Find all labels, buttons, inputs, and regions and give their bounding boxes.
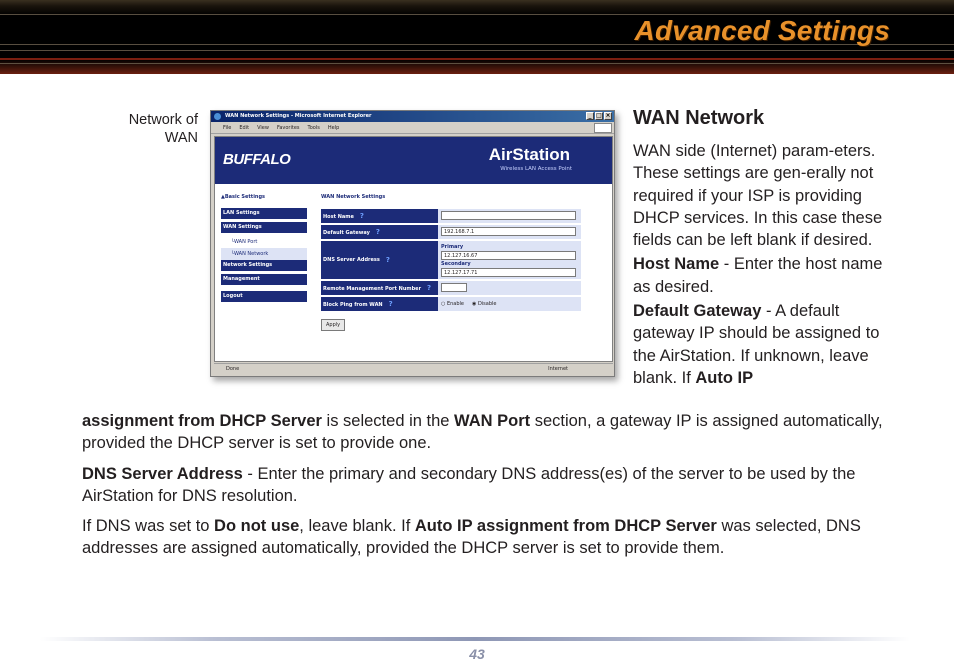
label-primary: Primary — [441, 244, 464, 250]
right-column-text: WAN side (Internet) param-eters. These s… — [633, 140, 895, 391]
footer-rule — [40, 637, 910, 641]
settings-form: WAN Network Settings Host Name? Default … — [321, 194, 581, 331]
figure-caption: Network of WAN — [128, 112, 198, 146]
window-title: WAN Network Settings - Microsoft Interne… — [225, 113, 372, 119]
text-span: is selected in the — [321, 412, 455, 430]
nav-wan-network[interactable]: └WAN Network — [221, 248, 307, 260]
brand-logo: BUFFALO — [223, 151, 291, 168]
row-block-ping: Block Ping from WAN? ○ Enable ◉ Disable — [321, 297, 581, 311]
menu-tools[interactable]: Tools — [308, 122, 320, 133]
web-page: BUFFALO AirStation Wireless LAN Access P… — [214, 136, 613, 362]
enable-label: Enable — [446, 301, 464, 307]
term-do-not-use: Do not use — [214, 517, 300, 536]
label-secondary: Secondary — [441, 261, 471, 267]
host-name-paragraph: Host Name - Enter the host name as desir… — [633, 253, 895, 298]
section-title: WAN Network — [633, 107, 765, 129]
term-default-gateway: Default Gateway — [633, 302, 762, 321]
banner: BUFFALO AirStation Wireless LAN Access P… — [215, 137, 612, 184]
dns-paragraph: DNS Server Address - Enter the primary a… — [82, 463, 902, 508]
gateway-input[interactable]: 192.168.7.1 — [441, 227, 576, 236]
maximize-icon[interactable]: □ — [595, 112, 603, 120]
term-host-name: Host Name — [633, 255, 720, 274]
help-icon[interactable]: ? — [386, 256, 390, 264]
window-titlebar: WAN Network Settings - Microsoft Interne… — [211, 111, 614, 122]
help-icon[interactable]: ? — [389, 300, 393, 308]
label-host-name: Host Name — [323, 214, 354, 220]
row-default-gateway: Default Gateway? 192.168.7.1 — [321, 225, 581, 239]
windows-logo-icon — [594, 123, 612, 133]
menu-view[interactable]: View — [257, 122, 269, 133]
label-default-gateway: Default Gateway — [323, 230, 370, 236]
minimize-icon[interactable]: _ — [586, 112, 594, 120]
nav-basic-settings[interactable]: ▲Basic Settings — [221, 194, 307, 200]
text-span: If DNS was set to — [82, 517, 215, 536]
status-bar: Done Internet — [214, 363, 613, 374]
term-auto-ip: Auto IP — [695, 368, 754, 387]
nav-lan-settings[interactable]: LAN Settings — [221, 208, 307, 219]
secondary-dns-input[interactable]: 12.127.17.71 — [441, 268, 576, 277]
remote-port-input[interactable] — [441, 283, 467, 292]
nav-wan-port[interactable]: └WAN Port — [221, 236, 307, 248]
row-remote-port: Remote Management Port Number? — [321, 281, 581, 295]
nav-management[interactable]: Management — [221, 274, 307, 285]
nav-wan-settings[interactable]: WAN Settings — [221, 222, 307, 233]
browser-icon — [214, 113, 221, 120]
term-wan-port: WAN Port — [454, 412, 531, 430]
disable-label: Disable — [477, 301, 497, 307]
gateway-paragraph: Default Gateway - A default gateway IP s… — [633, 300, 895, 389]
help-icon[interactable]: ? — [360, 212, 364, 220]
gateway-continued: assignment from DHCP Server is selected … — [82, 410, 902, 455]
term-dns-server: DNS Server Address — [82, 464, 243, 483]
full-width-text: assignment from DHCP Server is selected … — [82, 410, 902, 568]
menu-bar: File Edit View Favorites Tools Help — [211, 122, 614, 134]
row-host-name: Host Name? — [321, 209, 581, 223]
menu-edit[interactable]: Edit — [239, 122, 249, 133]
side-nav: ▲Basic Settings LAN Settings WAN Setting… — [221, 194, 307, 305]
page-number: 43 — [469, 646, 485, 661]
help-icon[interactable]: ? — [427, 284, 431, 292]
menu-file[interactable]: File — [223, 122, 231, 133]
text-span: , leave blank. If — [299, 517, 415, 536]
nav-network-settings[interactable]: Network Settings — [221, 260, 307, 271]
nav-logout[interactable]: Logout — [221, 291, 307, 302]
screenshot-window: WAN Network Settings - Microsoft Interne… — [210, 110, 615, 377]
header-bar: Advanced Settings — [0, 0, 954, 74]
label-remote-port: Remote Management Port Number — [323, 286, 422, 292]
radio-disable[interactable]: ◉ Disable — [472, 301, 497, 307]
product-subtitle: Wireless LAN Access Point — [500, 166, 572, 172]
row-dns: DNS Server Address? Primary 12.127.16.67… — [321, 241, 581, 279]
status-zone: Internet — [548, 366, 568, 372]
term-auto-ip-dhcp: Auto IP assignment from DHCP Server — [414, 517, 717, 536]
label-dns: DNS Server Address — [323, 257, 380, 263]
product-logo: AirStation — [488, 145, 570, 164]
host-name-input[interactable] — [441, 211, 576, 220]
status-done: Done — [226, 366, 240, 372]
last-paragraph: If DNS was set to Do not use, leave blan… — [82, 515, 902, 560]
help-icon[interactable]: ? — [376, 228, 380, 236]
menu-favorites[interactable]: Favorites — [277, 122, 300, 133]
close-icon[interactable]: × — [604, 112, 612, 120]
menu-help[interactable]: Help — [328, 122, 339, 133]
term-assignment-dhcp: assignment from DHCP Server — [82, 412, 322, 430]
label-block-ping: Block Ping from WAN — [323, 302, 383, 308]
apply-button[interactable]: Apply — [321, 319, 346, 331]
primary-dns-input[interactable]: 12.127.16.67 — [441, 251, 576, 260]
page-title: Advanced Settings — [634, 15, 890, 46]
intro-paragraph: WAN side (Internet) param-eters. These s… — [633, 142, 883, 250]
form-title: WAN Network Settings — [321, 194, 386, 200]
radio-enable[interactable]: ○ Enable — [441, 301, 464, 307]
